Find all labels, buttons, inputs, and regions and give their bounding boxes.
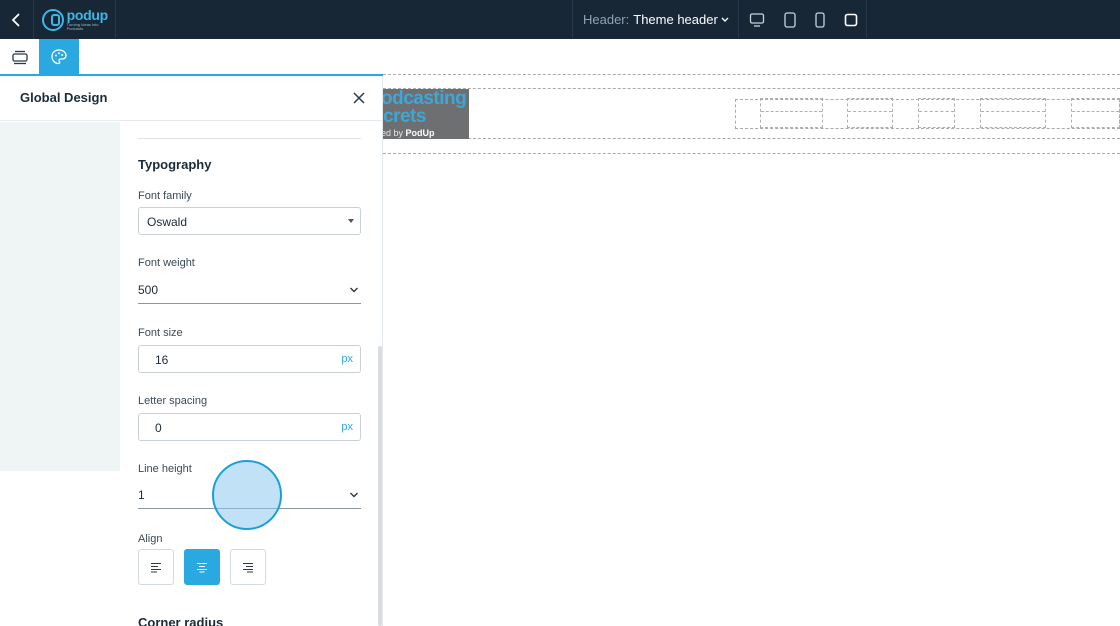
align-right-button[interactable] xyxy=(230,549,266,585)
chevron-down-icon xyxy=(350,492,358,498)
header-selector-label: Header: xyxy=(583,12,630,27)
align-left-icon xyxy=(151,562,161,573)
nav-item[interactable] xyxy=(847,98,893,128)
font-weight-value: 500 xyxy=(138,283,159,297)
nav-item[interactable] xyxy=(980,98,1046,128)
font-weight-label: Font weight xyxy=(138,257,195,269)
mobile-view-button[interactable] xyxy=(805,0,835,39)
close-icon[interactable] xyxy=(352,91,366,105)
toolbar-divider xyxy=(866,0,867,39)
chevron-down-icon xyxy=(350,287,358,293)
corner-radius-heading: Corner radius xyxy=(138,615,224,626)
layers-button[interactable] xyxy=(0,39,39,74)
font-family-value: Oswald xyxy=(147,215,188,229)
fullscreen-view-button[interactable] xyxy=(836,0,866,39)
align-label: Align xyxy=(138,533,163,545)
header-selector[interactable]: Header: Theme header xyxy=(572,0,739,39)
font-size-input[interactable]: 16 px xyxy=(138,345,361,373)
section-divider xyxy=(138,138,361,139)
align-left-button[interactable] xyxy=(138,549,174,585)
podup-logo-icon xyxy=(42,8,64,31)
tablet-icon xyxy=(784,11,796,28)
letter-spacing-unit: px xyxy=(341,421,353,433)
mobile-icon xyxy=(815,11,825,28)
font-weight-select[interactable]: 500 xyxy=(138,277,361,304)
header-selector-value: Theme header xyxy=(633,12,718,27)
global-design-button[interactable] xyxy=(39,39,79,74)
global-design-panel: Global Design Typography Font family Osw… xyxy=(0,76,383,626)
back-button[interactable] xyxy=(0,0,34,39)
caret-down-icon xyxy=(348,219,354,223)
desktop-view-button[interactable] xyxy=(742,0,772,39)
chevron-left-icon xyxy=(11,12,20,27)
line-height-label: Line height xyxy=(138,463,192,475)
letter-spacing-input[interactable]: 0 px xyxy=(138,413,361,441)
nav-item[interactable] xyxy=(918,98,955,128)
chevron-down-icon xyxy=(721,17,729,22)
tablet-view-button[interactable] xyxy=(775,0,805,39)
app-logo[interactable]: podup Turning Ideas into Podcasts xyxy=(34,0,116,39)
panel-header: Global Design xyxy=(0,76,382,121)
click-indicator xyxy=(212,460,282,530)
panel-sidebar xyxy=(0,122,120,471)
layers-icon xyxy=(11,50,28,64)
nav-item[interactable] xyxy=(1071,98,1120,128)
letter-spacing-label: Letter spacing xyxy=(138,395,208,407)
nav-item[interactable] xyxy=(760,98,823,128)
site-logo-line3: ed by xyxy=(383,128,406,138)
logo-tagline: Turning Ideas into Podcasts xyxy=(66,22,99,31)
top-bar: podup Turning Ideas into Podcasts Header… xyxy=(0,0,1120,39)
align-center-icon xyxy=(197,562,207,573)
panel-scrollbar[interactable] xyxy=(378,346,382,626)
panel-title: Global Design xyxy=(20,90,108,105)
logo-word: podup xyxy=(66,7,109,23)
font-size-value: 16 xyxy=(155,353,169,367)
square-icon xyxy=(844,13,858,26)
font-size-unit: px xyxy=(341,353,353,365)
site-logo-brand: PodUp xyxy=(405,128,435,138)
align-right-icon xyxy=(243,562,253,573)
font-family-select[interactable]: Oswald xyxy=(138,207,361,235)
typography-heading: Typography xyxy=(138,157,212,172)
site-logo-line2: crets xyxy=(383,106,426,127)
editor-toolbar xyxy=(0,39,1120,74)
desktop-icon xyxy=(749,12,765,27)
letter-spacing-value: 0 xyxy=(155,421,162,435)
site-logo[interactable]: odcasting crets ed by PodUp xyxy=(383,89,469,139)
palette-icon xyxy=(51,48,67,64)
align-center-button[interactable] xyxy=(184,549,220,585)
font-family-label: Font family xyxy=(138,190,192,202)
font-size-label: Font size xyxy=(138,327,183,339)
line-height-value: 1 xyxy=(138,488,145,502)
